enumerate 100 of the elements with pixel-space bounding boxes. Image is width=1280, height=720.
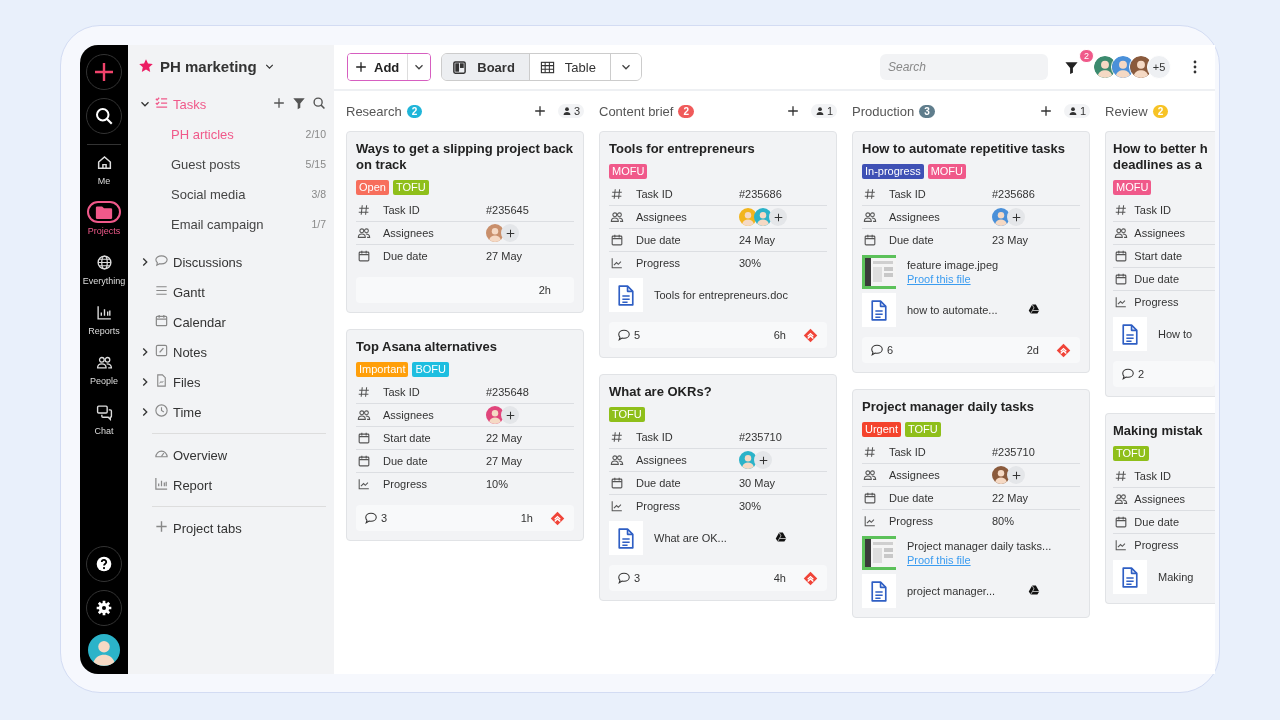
task-card[interactable]: Tools for entrepreneurs MOFU Task ID #235686 Assignees Due date 24 May Progress 30% Tools for entrepreneurs.doc 5 6h — [599, 131, 837, 358]
bar-chart-icon[interactable] — [95, 303, 113, 321]
search-icon[interactable] — [94, 106, 114, 126]
count-badge: 2 — [406, 104, 423, 118]
document-icon — [1113, 317, 1147, 351]
comment-count: 5 — [634, 329, 641, 341]
project-tabs-link[interactable]: Project tabs — [173, 520, 242, 536]
person-icon[interactable] — [1067, 106, 1078, 116]
filter-icon[interactable] — [292, 95, 306, 110]
avatar — [754, 208, 772, 226]
help-button[interactable] — [86, 546, 122, 582]
document-icon — [609, 521, 643, 555]
plus-icon[interactable] — [92, 60, 116, 84]
project-title[interactable]: PH marketing — [160, 57, 257, 75]
hash-icon — [1114, 203, 1128, 217]
task-list-item[interactable]: Email campaign 1/7 — [138, 209, 326, 239]
sidebar-item[interactable]: Discussions — [173, 254, 243, 270]
field-label: Due date — [383, 250, 429, 262]
field-value: 30 May — [739, 477, 776, 489]
view-tab[interactable]: Board — [442, 54, 530, 80]
search-icon[interactable] — [312, 95, 326, 110]
people-icon — [863, 468, 877, 482]
field-value: 10% — [486, 478, 509, 490]
field-label: Progress — [1134, 296, 1180, 308]
search-button[interactable] — [86, 98, 122, 134]
sidebar-item[interactable]: Gantt — [173, 284, 205, 300]
settings-icon[interactable] — [95, 599, 113, 617]
hash-icon — [357, 385, 371, 399]
home-icon[interactable] — [95, 153, 113, 171]
task-card[interactable]: How to automate repetitive tasks In-progress MOFU Task ID #235686 Assignees Due date 23 May feature image.jpeg Proof this file how to automate... 6 2d — [852, 131, 1090, 373]
sidebar-item[interactable]: Notes — [173, 344, 207, 360]
card-title: How to better h deadlines as a — [1113, 141, 1209, 173]
add-card-button[interactable] — [1038, 104, 1053, 118]
sidebar-item[interactable]: Overview — [173, 447, 228, 463]
search-field[interactable]: Search — [880, 54, 1048, 80]
task-card[interactable]: How to better h deadlines as a MOFU Task ID Assignees Start date Due date Progress How to 2 — [1105, 131, 1215, 397]
field-label: Assignees — [636, 454, 688, 466]
field-label: Progress — [636, 500, 682, 512]
nav-rail-item[interactable]: Reports — [80, 301, 128, 351]
more-menu-button[interactable] — [1193, 60, 1197, 74]
field-value: 23 May — [992, 234, 1029, 246]
field-label: Task ID — [889, 446, 927, 458]
calendar-icon — [1114, 515, 1128, 529]
sidebar-item[interactable]: Report — [173, 477, 213, 493]
nav-rail-item[interactable]: People — [80, 351, 128, 401]
attachment-name: Project manager daily tasks... — [907, 540, 1052, 552]
chat-icon[interactable] — [95, 403, 113, 421]
task-card[interactable]: Ways to get a slipping project back on track Open TOFU Task ID #235645 Assignees Due date 27 May 2h — [346, 131, 584, 313]
avatar — [486, 406, 504, 424]
avatar — [992, 208, 1010, 226]
task-card[interactable]: Making mistak TOFU Task ID Assignees Due date Progress Making — [1105, 413, 1215, 604]
field-label: Due date — [636, 234, 682, 246]
member-count[interactable]: 1 — [810, 104, 837, 118]
settings-button[interactable] — [86, 590, 122, 626]
tag: Important — [356, 362, 409, 377]
person-icon[interactable] — [814, 106, 825, 116]
task-list-item[interactable]: Guest posts 5/15 — [138, 149, 326, 179]
attachment-name: Making — [1158, 571, 1194, 583]
field-label: Task ID — [636, 188, 674, 200]
field-label: Task ID — [1134, 470, 1173, 482]
field-label: Due date — [889, 492, 935, 504]
add-card-button[interactable] — [785, 104, 800, 118]
task-card[interactable]: Project manager daily tasks Urgent TOFU Task ID #235710 Assignees Due date 22 May Progress 80% Project manager daily tasks... Proof this file project manager... — [852, 389, 1090, 618]
task-list-item[interactable]: Social media 3/8 — [138, 179, 326, 209]
task-card[interactable]: Top Asana alternatives Important BOFU Task ID #235648 Assignees Start date 22 May Due date 27 May Progress 10% 3 1h — [346, 329, 584, 541]
comment-icon — [1121, 367, 1135, 381]
globe-icon[interactable] — [95, 253, 113, 271]
sidebar-item[interactable]: Time — [173, 404, 202, 420]
field-label: Task ID — [636, 431, 674, 443]
add-menu-button[interactable] — [407, 54, 431, 80]
tag: Urgent — [862, 422, 902, 437]
view-tab[interactable]: Table — [529, 54, 611, 80]
task-card[interactable]: What are OKRs? TOFU Task ID #235710 Assignees Due date 30 May Progress 30% What are OK... 3 4h — [599, 374, 837, 601]
person-icon[interactable] — [561, 106, 572, 116]
add-card-button[interactable] — [532, 104, 547, 118]
sidebar-item[interactable]: Calendar — [173, 314, 226, 330]
comment-icon — [617, 328, 631, 342]
time-spent: 2h — [538, 284, 551, 296]
nav-rail-item[interactable]: Chat — [80, 401, 128, 451]
hash-icon — [610, 430, 624, 444]
table-icon[interactable] — [539, 59, 555, 75]
nav-rail-item[interactable]: Everything — [80, 251, 128, 301]
member-count[interactable]: 1 — [1063, 104, 1090, 118]
nav-rail-item[interactable]: Projects — [80, 201, 128, 251]
tag: MOFU — [1113, 180, 1152, 195]
more-members-count[interactable]: +5 — [1147, 55, 1171, 79]
field-label: Due date — [1134, 516, 1180, 528]
nav-rail-item[interactable]: Me — [80, 151, 128, 201]
board-icon[interactable] — [452, 59, 468, 75]
filter-button[interactable] — [1064, 59, 1079, 75]
sidebar-item[interactable]: Files — [173, 374, 201, 390]
file-icon — [154, 373, 169, 388]
field-label: Due date — [636, 477, 682, 489]
member-count[interactable]: 3 — [557, 104, 584, 118]
field-label: Progress — [636, 257, 682, 269]
plus-icon[interactable] — [354, 60, 368, 74]
attachment-name: Tools for entrepreneurs.doc — [654, 289, 788, 301]
help-icon[interactable] — [95, 555, 113, 573]
attachment-name: project manager... — [907, 585, 996, 597]
add-button[interactable] — [86, 54, 122, 90]
